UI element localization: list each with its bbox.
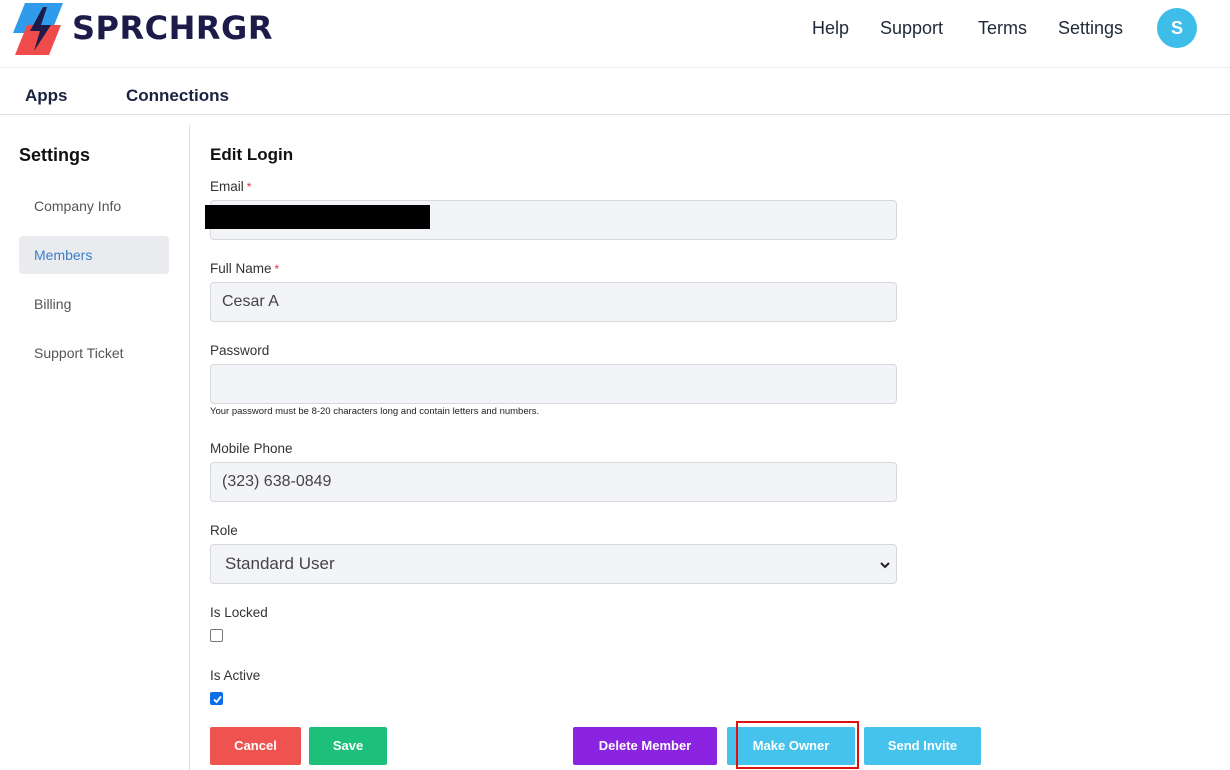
full-name-label: Full Name * xyxy=(210,261,280,276)
mobile-phone-label: Mobile Phone xyxy=(210,441,293,456)
send-invite-button[interactable]: Send Invite xyxy=(864,727,981,765)
avatar[interactable]: S xyxy=(1157,8,1197,48)
checkmark-icon xyxy=(213,695,222,704)
delete-member-button[interactable]: Delete Member xyxy=(573,727,717,765)
cancel-button[interactable]: Cancel xyxy=(210,727,301,765)
password-hint: Your password must be 8-20 characters lo… xyxy=(210,406,540,417)
subnav-apps[interactable]: Apps xyxy=(25,86,68,106)
nav-terms[interactable]: Terms xyxy=(978,18,1027,39)
mobile-phone-field[interactable]: (323) 638-0849 xyxy=(210,462,897,502)
highlight-box xyxy=(736,721,859,769)
form-title: Edit Login xyxy=(210,145,294,164)
sidebar-item-billing[interactable]: Billing xyxy=(19,285,169,323)
nav-support[interactable]: Support xyxy=(880,18,943,39)
full-name-field[interactable]: Cesar A xyxy=(210,282,897,322)
full-name-required-mark: * xyxy=(274,262,280,276)
logo-icon[interactable] xyxy=(13,3,63,55)
email-label: Email * xyxy=(210,179,252,194)
nav-settings[interactable]: Settings xyxy=(1058,18,1123,39)
is-active-label: Is Active xyxy=(210,668,261,683)
password-label: Password xyxy=(210,343,270,358)
is-locked-label: Is Locked xyxy=(210,605,268,620)
redacted-email-block xyxy=(205,205,430,229)
sidebar-item-support-ticket[interactable]: Support Ticket xyxy=(19,334,169,372)
chevron-down-icon xyxy=(880,545,890,583)
sidebar-item-company-info[interactable]: Company Info xyxy=(19,187,169,225)
save-button[interactable]: Save xyxy=(309,727,387,765)
sub-nav: Apps Connections xyxy=(0,68,1230,115)
sidebar-divider xyxy=(189,125,190,770)
email-required-mark: * xyxy=(246,180,252,194)
is-active-checkbox[interactable] xyxy=(210,692,223,705)
role-select[interactable]: Standard User xyxy=(210,544,897,584)
top-bar: SPRCHRGR Help Support Terms Settings S xyxy=(0,0,1230,68)
sidebar-item-members[interactable]: Members xyxy=(19,236,169,274)
role-label: Role xyxy=(210,523,238,538)
password-field[interactable] xyxy=(210,364,897,404)
subnav-connections[interactable]: Connections xyxy=(126,86,229,106)
sidebar-title: Settings xyxy=(19,145,91,165)
nav-help[interactable]: Help xyxy=(812,18,849,39)
is-locked-checkbox[interactable] xyxy=(210,629,223,642)
role-select-value: Standard User xyxy=(225,554,335,573)
brand-name[interactable]: SPRCHRGR xyxy=(72,9,273,47)
